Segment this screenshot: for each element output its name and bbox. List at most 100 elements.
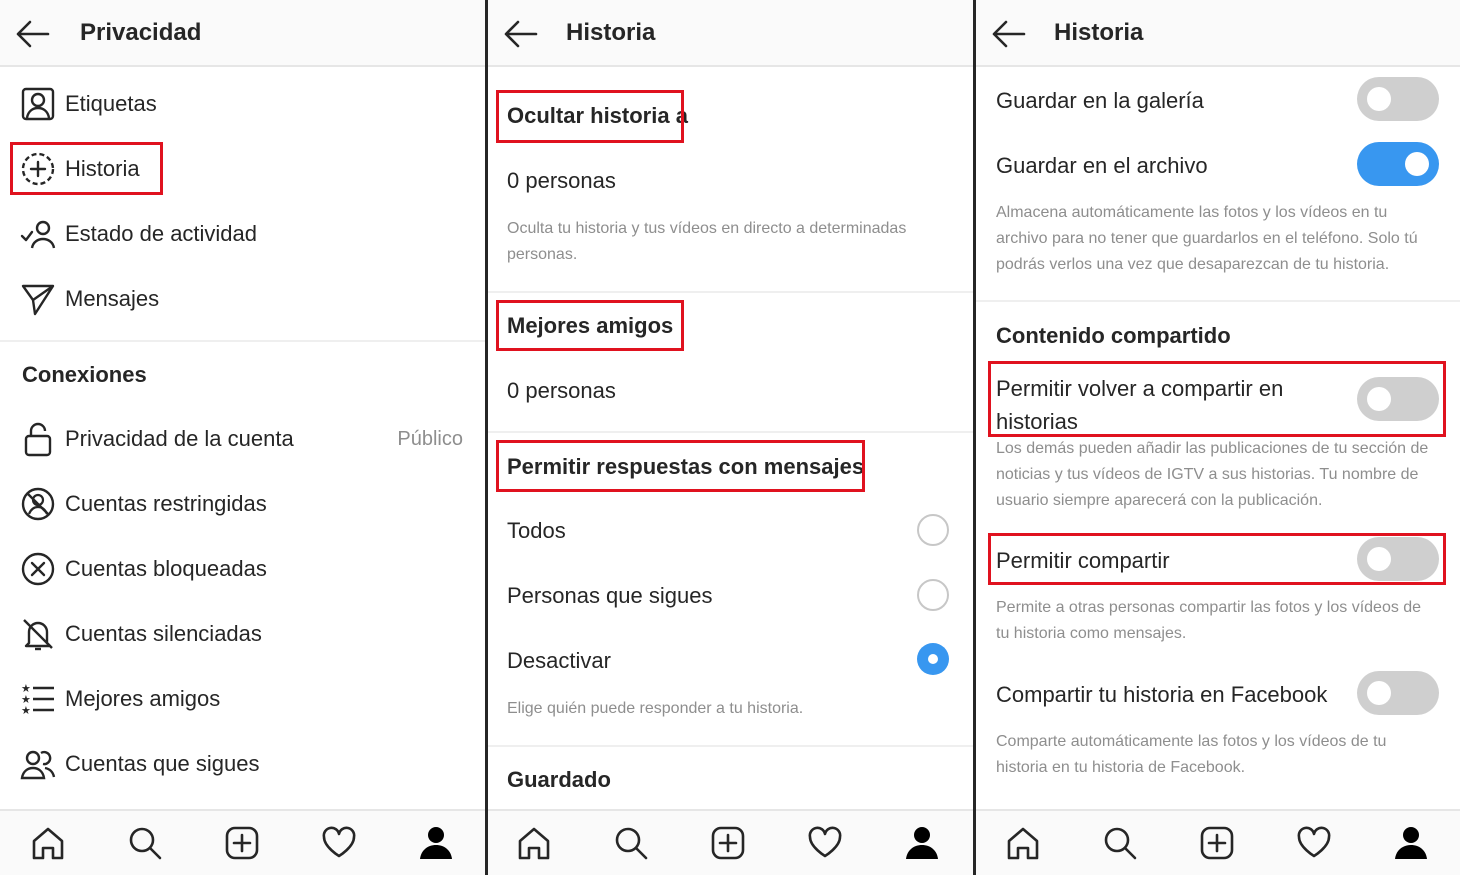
menu-item-restricted[interactable]: Cuentas restringidas <box>0 484 485 524</box>
following-people-icon <box>20 750 56 780</box>
menu-item-label: Cuentas que sigues <box>65 751 260 776</box>
home-icon[interactable] <box>1005 825 1041 861</box>
replies-description: Elige quién puede responder a tu histori… <box>507 700 804 717</box>
desc-line: historia en tu historia de Facebook. <box>996 759 1246 776</box>
desc-line: podrás verlos una vez que desaparezcan d… <box>996 256 1390 273</box>
story-settings-panel: Historia Guardar en la galería Guardar e… <box>976 0 1460 875</box>
svg-text:★: ★ <box>21 705 31 717</box>
muted-bell-icon <box>23 619 53 651</box>
facebook-description: Comparte automáticamente las fotos y los… <box>996 729 1386 781</box>
hide-story-description: Oculta tu historia y tus vídeos en direc… <box>507 216 906 268</box>
connections-heading: Conexiones <box>22 362 147 387</box>
profile-icon[interactable] <box>904 825 940 861</box>
profile-icon[interactable] <box>418 825 454 861</box>
activity-status-icon <box>20 220 56 249</box>
radio-everyone[interactable] <box>917 514 949 546</box>
section-divider <box>488 431 973 433</box>
menu-item-blocked[interactable]: Cuentas bloqueadas <box>0 549 485 589</box>
back-arrow-icon[interactable] <box>14 18 50 50</box>
new-post-icon[interactable] <box>224 825 260 861</box>
bottom-tab-bar <box>488 809 973 875</box>
desc-line: archivo para no tener que guardarlos en … <box>996 230 1418 247</box>
menu-item-label: Etiquetas <box>65 91 157 116</box>
section-divider <box>488 745 973 747</box>
home-icon[interactable] <box>30 825 66 861</box>
share-facebook-toggle[interactable] <box>1357 671 1439 715</box>
menu-item-tags[interactable]: Etiquetas <box>0 84 485 124</box>
highlight-box <box>10 142 163 195</box>
bottom-tab-bar <box>0 809 485 875</box>
saving-heading: Guardado <box>507 767 611 792</box>
reply-option-everyone[interactable]: Todos <box>488 508 973 552</box>
lock-icon <box>24 422 52 457</box>
hide-story-value[interactable]: 0 personas <box>507 168 616 194</box>
header: Privacidad <box>0 0 485 67</box>
search-icon[interactable] <box>613 825 649 861</box>
desc-line: Los demás pueden añadir las publicacione… <box>996 440 1429 457</box>
sharing-description: Permite a otras personas compartir las f… <box>996 595 1421 647</box>
highlight-box <box>988 361 1446 437</box>
desc-line: personas. <box>507 246 578 263</box>
highlight-box <box>496 300 684 351</box>
menu-item-label: Estado de actividad <box>65 221 258 246</box>
activity-heart-icon[interactable] <box>1296 825 1332 861</box>
page-title: Historia <box>1054 19 1144 46</box>
activity-heart-icon[interactable] <box>321 825 357 861</box>
menu-item-label: Cuentas bloqueadas <box>65 556 267 581</box>
menu-item-following[interactable]: Cuentas que sigues <box>0 744 485 784</box>
save-archive-toggle[interactable] <box>1357 142 1439 186</box>
search-icon[interactable] <box>1102 825 1138 861</box>
privacy-panel: Privacidad Etiquetas Historia Estado de … <box>0 0 485 875</box>
menu-item-messages[interactable]: Mensajes <box>0 279 485 319</box>
highlight-box <box>496 440 865 492</box>
direct-message-icon <box>21 284 55 316</box>
desc-line: tu historia como mensajes. <box>996 625 1187 642</box>
close-friends-list-icon: ★★★ <box>21 683 54 717</box>
activity-heart-icon[interactable] <box>807 825 843 861</box>
shared-content-heading: Contenido compartido <box>996 323 1231 348</box>
back-arrow-icon[interactable] <box>502 18 538 50</box>
share-facebook-label: Compartir tu historia en Facebook <box>996 682 1328 707</box>
menu-item-label: Privacidad de la cuenta <box>65 426 294 451</box>
desc-line: usuario siempre aparecerá con la publica… <box>996 492 1323 509</box>
blocked-icon <box>21 552 55 586</box>
menu-item-activity-status[interactable]: Estado de actividad <box>0 214 485 254</box>
reply-option-following[interactable]: Personas que sigues <box>488 573 973 617</box>
option-label: Desactivar <box>507 648 611 673</box>
home-icon[interactable] <box>516 825 552 861</box>
new-post-icon[interactable] <box>1199 825 1235 861</box>
header: Historia <box>488 0 973 67</box>
save-gallery-label: Guardar en la galería <box>996 88 1204 113</box>
option-label: Personas que sigues <box>507 583 713 608</box>
option-label: Todos <box>507 518 566 543</box>
archive-description: Almacena automáticamente las fotos y los… <box>996 200 1418 278</box>
menu-item-close-friends[interactable]: ★ ★ ★ Mejores amigos <box>0 679 485 719</box>
save-gallery-toggle[interactable] <box>1357 77 1439 121</box>
page-title: Privacidad <box>80 19 202 46</box>
radio-following[interactable] <box>917 579 949 611</box>
story-panel: Historia Ocultar historia a 0 personas O… <box>488 0 973 875</box>
page-title: Historia <box>566 19 656 46</box>
desc-line: Almacena automáticamente las fotos y los… <box>996 204 1388 221</box>
back-arrow-icon[interactable] <box>990 18 1026 50</box>
header: Historia <box>976 0 1460 67</box>
radio-off-selected[interactable] <box>917 643 949 675</box>
menu-item-label: Mejores amigos <box>65 686 221 711</box>
reply-option-off[interactable]: Desactivar <box>488 638 973 682</box>
tag-person-icon <box>21 87 55 121</box>
search-icon[interactable] <box>127 825 163 861</box>
new-post-icon[interactable] <box>710 825 746 861</box>
highlight-box <box>496 90 684 143</box>
save-archive-label: Guardar en el archivo <box>996 153 1208 178</box>
menu-item-label: Cuentas silenciadas <box>65 621 262 646</box>
menu-item-muted[interactable]: Cuentas silenciadas <box>0 614 485 654</box>
menu-item-label: Mensajes <box>65 286 160 311</box>
desc-line: Permite a otras personas compartir las f… <box>996 599 1422 616</box>
reshare-description: Los demás pueden añadir las publicacione… <box>996 436 1428 514</box>
desc-line: Oculta tu historia y tus vídeos en direc… <box>507 220 907 237</box>
section-divider <box>488 291 973 293</box>
restricted-icon <box>21 487 55 521</box>
close-friends-value[interactable]: 0 personas <box>507 378 616 404</box>
profile-icon[interactable] <box>1393 825 1429 861</box>
menu-item-account-privacy[interactable]: Privacidad de la cuenta Público <box>0 419 485 459</box>
